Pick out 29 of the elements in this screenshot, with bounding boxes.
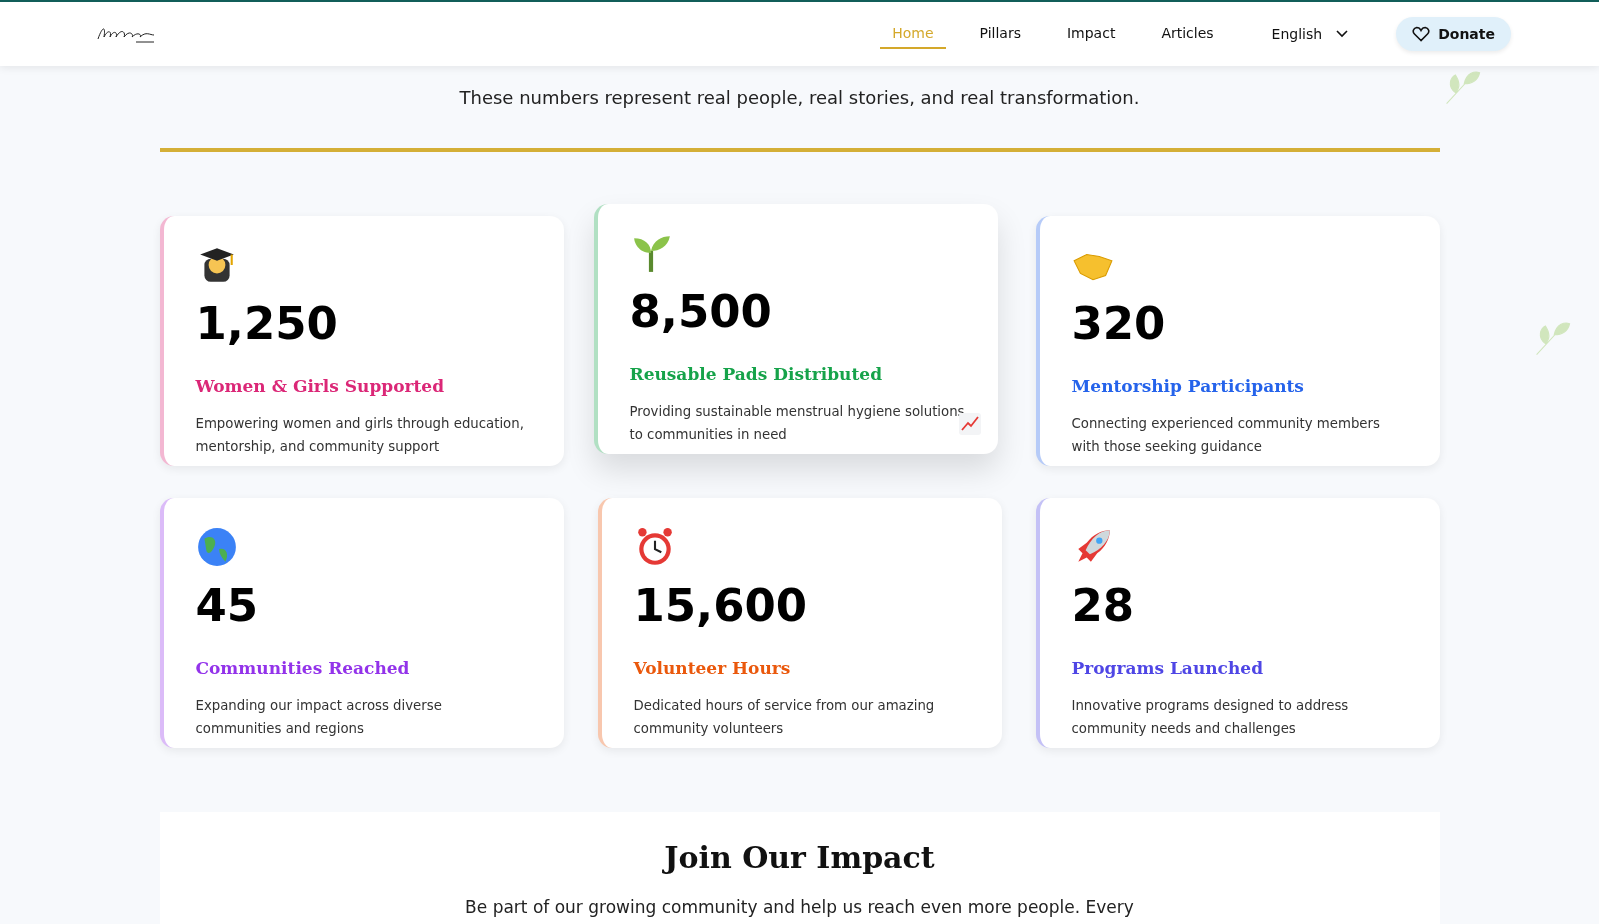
stat-value: 45: [195, 578, 260, 634]
nav-link[interactable]: Impact: [1054, 19, 1128, 49]
join-title: Join Our Impact: [664, 840, 935, 875]
stat-title: Mentorship Participants: [1071, 376, 1305, 396]
chevron-down-icon: [1336, 30, 1349, 38]
stat-title: Women & Girls Supported: [195, 376, 446, 396]
stat-description: Empowering women and girls through education, mentorship, and community support: [195, 415, 525, 456]
stat-description: Expanding our impact across diverse communities and regions: [195, 697, 443, 738]
stat-value: 8,500: [629, 284, 773, 340]
stat-title: Reusable Pads Distributed: [629, 364, 884, 384]
stat-description: Providing sustainable menstrual hygiene solutions to communities in need: [629, 403, 966, 444]
stat-title: Programs Launched: [1071, 658, 1264, 678]
stat-value: 1,250: [195, 296, 339, 352]
nav-link[interactable]: Articles: [1149, 19, 1226, 49]
donate-button[interactable]: Donate: [1396, 17, 1511, 51]
stat-description: Dedicated hours of service from our amazing community volunteers: [633, 697, 936, 738]
nav-link[interactable]: Pillars: [967, 19, 1033, 49]
stat-title: Volunteer Hours: [633, 658, 792, 678]
intro-text: These numbers represent real people, real stories, and real transformation.: [459, 86, 1140, 110]
stat-value: 28: [1071, 578, 1136, 634]
heart-icon: [1412, 26, 1431, 42]
stat-value: 15,600: [633, 578, 809, 634]
stat-description: Innovative programs designed to address community needs and challenges: [1071, 697, 1350, 738]
language-select[interactable]: English: [1265, 25, 1355, 43]
stat-value: 320: [1071, 296, 1167, 352]
join-text: Be part of our growing community and help us reach even more people. Every: [465, 897, 1134, 917]
stat-icon: [195, 526, 238, 568]
stat-description: Connecting experienced community members with those seeking guidance: [1071, 415, 1381, 456]
stat-title: Communities Reached: [195, 658, 411, 678]
